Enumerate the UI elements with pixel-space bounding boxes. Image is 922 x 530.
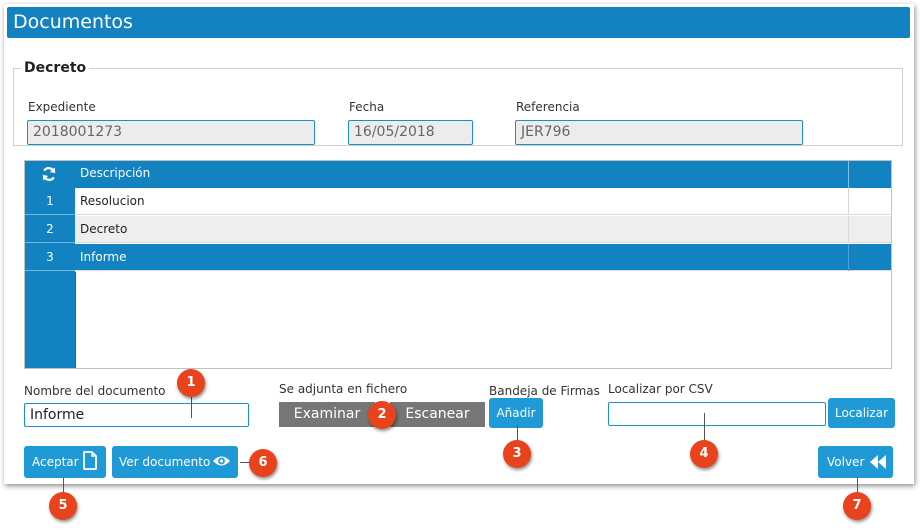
csv-label: Localizar por CSV — [608, 382, 713, 396]
title-bar: Documentos — [7, 7, 910, 38]
documents-grid: Descripción 1 Resolucion 2 Decreto 3 Inf… — [24, 160, 892, 369]
csv-input[interactable] — [608, 402, 826, 426]
aceptar-label: Aceptar — [32, 455, 79, 469]
fecha-field: 16/05/2018 — [348, 120, 473, 145]
expediente-field: 2018001273 — [27, 120, 315, 145]
callout-badge-6: 6 — [249, 449, 277, 477]
decreto-fieldset: Decreto Expediente 2018001273 Fecha 16/0… — [13, 60, 903, 146]
escanear-button[interactable]: Escanear — [390, 402, 485, 427]
row-number: 3 — [25, 244, 75, 271]
callout-badge-1: 1 — [177, 369, 205, 397]
fecha-label: Fecha — [349, 100, 385, 114]
callout-badge-3: 3 — [503, 440, 531, 468]
document-icon — [82, 451, 98, 473]
bandeja-label: Bandeja de Firmas — [489, 384, 600, 398]
window-title: Documentos — [13, 11, 133, 33]
table-row-selected[interactable]: Informe — [75, 244, 891, 271]
adjunta-label: Se adjunta en fichero — [279, 382, 408, 396]
ver-documento-label: Ver documento — [119, 455, 211, 469]
nombre-documento-input[interactable] — [24, 403, 249, 427]
eye-icon — [212, 454, 231, 471]
row-descripcion: Decreto — [80, 222, 128, 236]
nombre-label: Nombre del documento — [24, 384, 166, 398]
table-row[interactable]: Resolucion — [75, 188, 891, 215]
header-separator — [848, 161, 849, 188]
column-header-descripcion[interactable]: Descripción — [80, 166, 150, 180]
row-separator — [848, 216, 849, 243]
row-number: 2 — [25, 216, 75, 243]
referencia-label: Referencia — [516, 100, 580, 114]
volver-button[interactable]: Volver — [818, 446, 893, 478]
row-descripcion: Informe — [80, 250, 127, 264]
callout-badge-7: 7 — [843, 492, 871, 520]
row-separator — [848, 188, 849, 215]
examinar-button[interactable]: Examinar — [279, 402, 375, 427]
row-descripcion: Resolucion — [80, 194, 145, 208]
callout-badge-2: 2 — [368, 401, 396, 429]
grid-header: Descripción — [25, 161, 891, 188]
rewind-icon — [869, 454, 887, 473]
aceptar-button[interactable]: Aceptar — [24, 446, 106, 478]
row-separator — [848, 244, 849, 271]
callout-badge-5: 5 — [49, 492, 77, 520]
expediente-label: Expediente — [28, 100, 96, 114]
callout-badge-4: 4 — [690, 440, 718, 468]
documentos-window: Documentos Decreto Expediente 2018001273… — [4, 4, 914, 484]
table-row[interactable]: Decreto — [75, 216, 891, 243]
localizar-button[interactable]: Localizar — [828, 398, 895, 428]
row-number: 1 — [25, 188, 75, 215]
gutter-border — [75, 272, 76, 368]
volver-label: Volver — [827, 455, 865, 469]
referencia-field: JER796 — [515, 120, 803, 145]
decreto-legend: Decreto — [24, 60, 87, 76]
refresh-icon[interactable] — [41, 166, 57, 186]
anadir-button[interactable]: Añadir — [489, 398, 543, 428]
ver-documento-button[interactable]: Ver documento — [112, 446, 238, 478]
